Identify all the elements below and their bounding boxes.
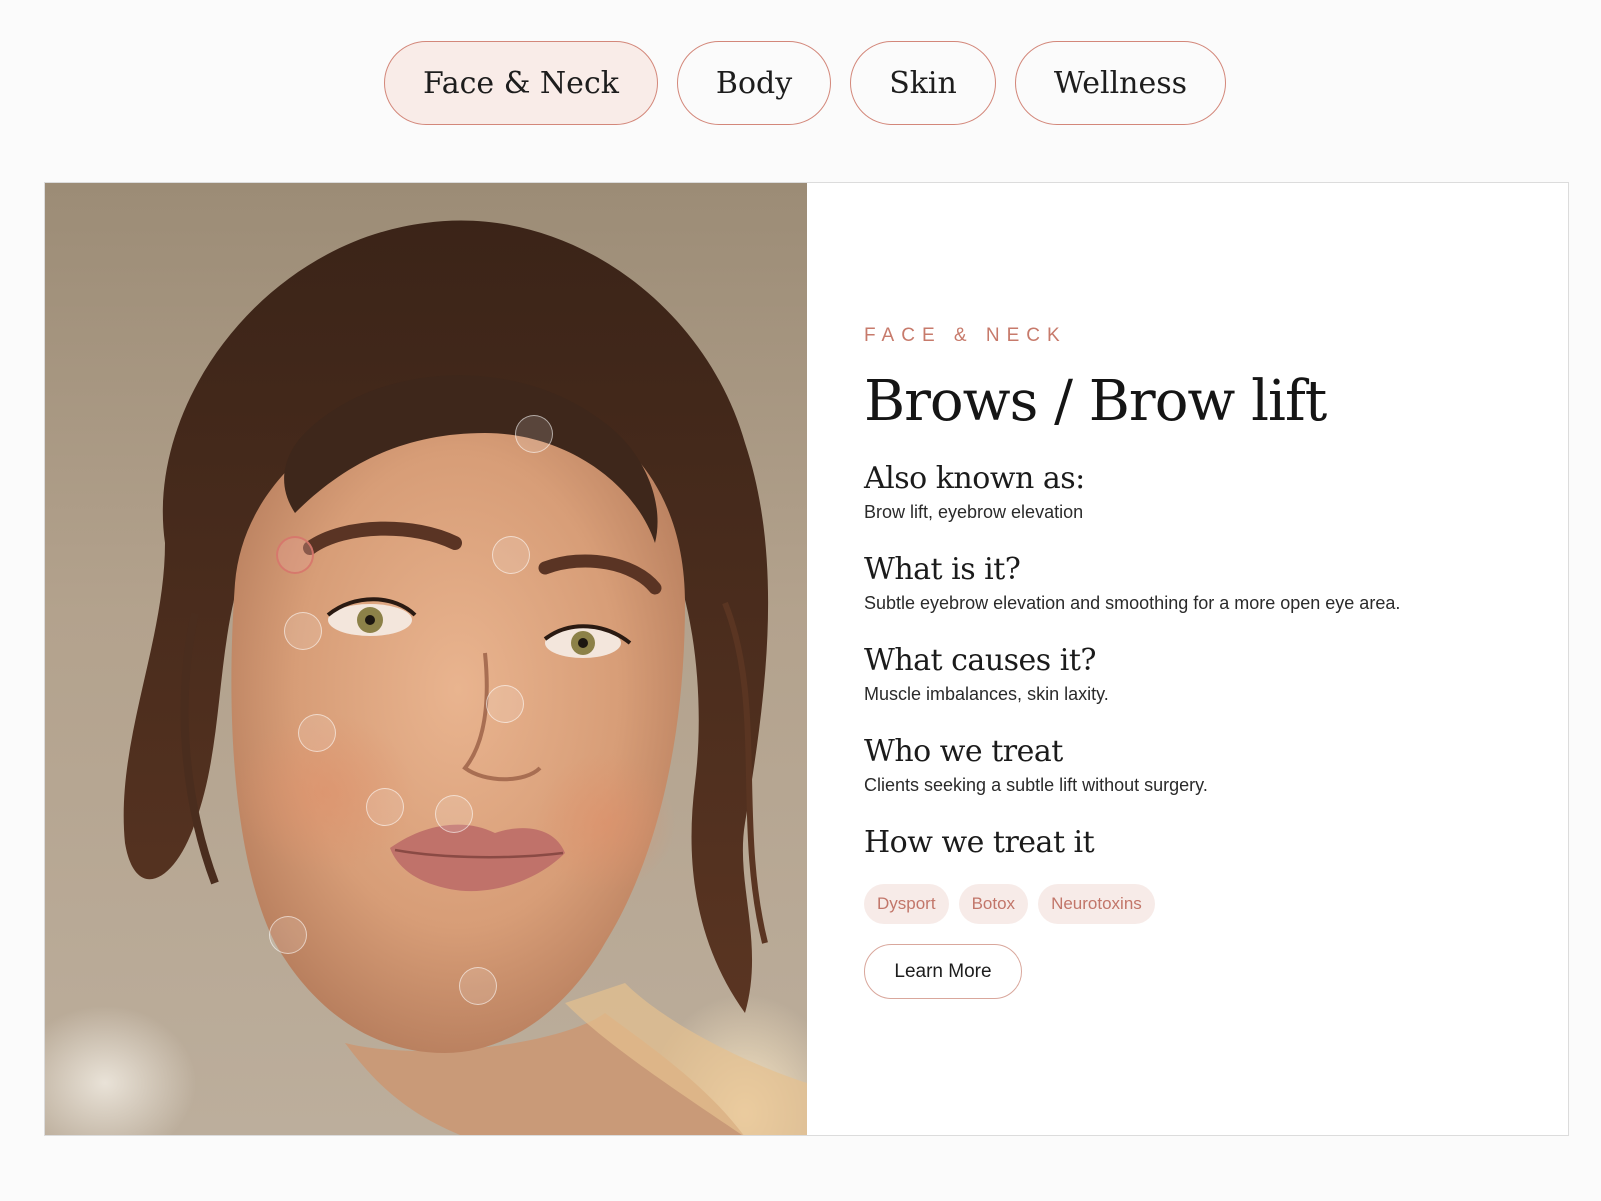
- section-heading: What is it?: [864, 552, 1021, 587]
- section-heading: What causes it?: [864, 643, 1096, 678]
- section-how-we-treat-it: How we treat it: [864, 825, 1095, 860]
- section-text: Muscle imbalances, skin laxity.: [864, 684, 1109, 704]
- hotspot-nose[interactable]: [486, 685, 524, 723]
- tab-body[interactable]: Body: [676, 41, 832, 125]
- category-tabs: Face & Neck Body Skin Wellness: [0, 41, 1601, 125]
- section-heading: How we treat it: [864, 825, 1095, 860]
- pill-botox[interactable]: Botox: [958, 884, 1029, 924]
- hotspot-nasolabial[interactable]: [366, 788, 404, 826]
- hotspot-glabella[interactable]: [492, 536, 530, 574]
- hotspot-upper-lip[interactable]: [435, 795, 473, 833]
- tab-wellness[interactable]: Wellness: [1014, 41, 1227, 125]
- tab-face-neck[interactable]: Face & Neck: [383, 41, 658, 125]
- learn-more-button[interactable]: Learn More: [864, 944, 1022, 999]
- treatment-pills: Dysport Botox Neurotoxins: [864, 884, 1155, 924]
- section-heading: Also known as:: [864, 461, 1085, 496]
- section-who-we-treat: Who we treat Clients seeking a subtle li…: [864, 734, 1208, 796]
- tab-skin[interactable]: Skin: [850, 41, 996, 125]
- hotspot-forehead[interactable]: [515, 415, 553, 453]
- section-also-known-as: Also known as: Brow lift, eyebrow elevat…: [864, 461, 1085, 523]
- section-text: Brow lift, eyebrow elevation: [864, 502, 1084, 522]
- hotspot-under-eye[interactable]: [284, 612, 322, 650]
- section-what-is-it: What is it? Subtle eyebrow elevation and…: [864, 552, 1400, 614]
- portrait-illustration: [123, 220, 807, 1135]
- pill-dysport[interactable]: Dysport: [864, 884, 949, 924]
- section-what-causes-it: What causes it? Muscle imbalances, skin …: [864, 643, 1109, 705]
- pill-neurotoxins[interactable]: Neurotoxins: [1038, 884, 1155, 924]
- section-heading: Who we treat: [864, 734, 1063, 769]
- treatment-card: FACE & NECK Brows / Brow lift Also known…: [44, 182, 1569, 1136]
- portrait-image: [45, 183, 807, 1135]
- category-label: FACE & NECK: [864, 325, 1067, 346]
- hotspot-brow-left[interactable]: [276, 536, 314, 574]
- section-text: Subtle eyebrow elevation and smoothing f…: [864, 593, 1401, 613]
- section-text: Clients seeking a subtle lift without su…: [864, 775, 1208, 795]
- treatment-title: Brows / Brow lift: [864, 369, 1327, 434]
- treatment-details: FACE & NECK Brows / Brow lift Also known…: [864, 183, 1564, 1135]
- hotspot-cheek[interactable]: [298, 714, 336, 752]
- hotspot-jawline[interactable]: [269, 916, 307, 954]
- hotspot-chin[interactable]: [459, 967, 497, 1005]
